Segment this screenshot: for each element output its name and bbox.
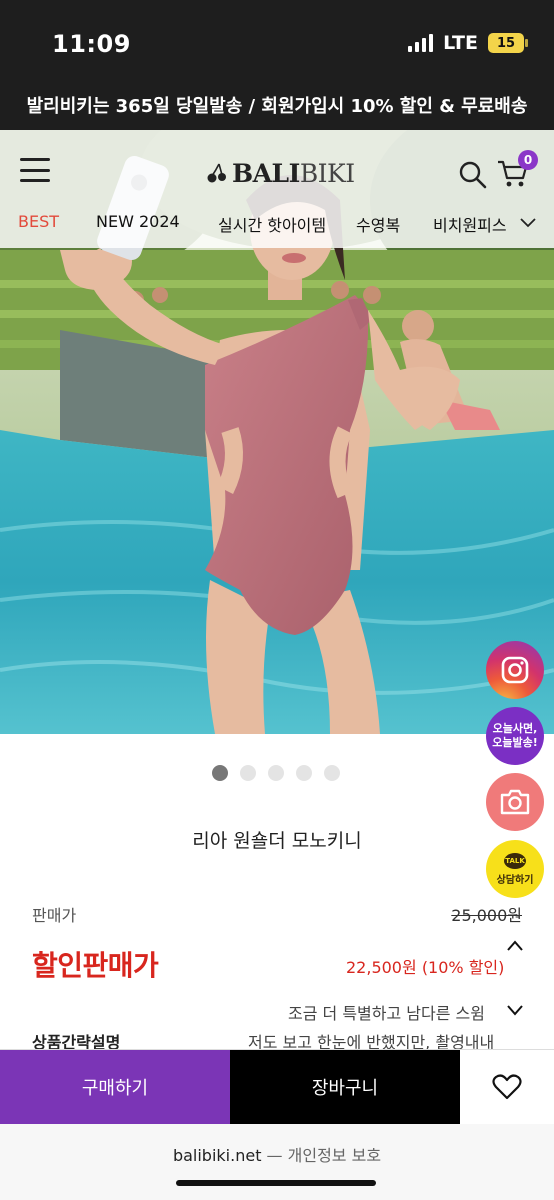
add-to-cart-button[interactable]: 장바구니 <box>230 1050 460 1124</box>
chevron-down-icon[interactable] <box>504 1000 526 1020</box>
menu-icon[interactable] <box>20 158 50 182</box>
nav-item-best[interactable]: BEST <box>18 212 59 231</box>
brand-logo[interactable]: BALI BIKI <box>206 158 355 188</box>
battery-icon: 15 <box>488 33 528 53</box>
url-privacy-label: — 개인정보 보호 <box>261 1146 382 1165</box>
heart-icon <box>492 1074 522 1100</box>
nav-item-swimwear[interactable]: 수영복 <box>356 212 400 236</box>
promo-banner[interactable]: 발리비키는 365일 당일발송 / 회원가입시 10% 할인 & 무료배송 <box>0 80 554 130</box>
instagram-button[interactable] <box>486 641 544 699</box>
signal-icon <box>408 34 434 52</box>
carousel-dot[interactable] <box>296 765 312 781</box>
purchase-action-bar: 구매하기 장바구니 <box>0 1049 554 1124</box>
status-time: 11:09 <box>52 30 131 58</box>
site-header: BALI BIKI BEST NEW 2024 실시간 핫아이템 수영복 비치원… <box>0 130 554 248</box>
original-price: 25,000원 <box>451 906 522 925</box>
browser-address-bar[interactable]: balibiki.net — 개인정보 보호 <box>0 1124 554 1200</box>
buy-now-button[interactable]: 구매하기 <box>0 1050 230 1124</box>
url-domain: balibiki.net <box>172 1146 262 1165</box>
talk-bubble-icon: TALK <box>504 852 526 869</box>
talk-label: 상담하기 <box>496 874 534 886</box>
kakao-talk-button[interactable]: TALK 상담하기 <box>486 840 544 898</box>
category-nav: BEST NEW 2024 실시간 핫아이템 수영복 비치원피스 <box>0 208 554 238</box>
battery-level: 15 <box>496 35 516 51</box>
logo-text-light: BIKI <box>299 158 355 188</box>
discount-rate: (10% 할인) <box>421 958 505 977</box>
carousel-dots <box>212 765 340 781</box>
cart-count-badge: 0 <box>518 150 538 170</box>
search-icon[interactable] <box>458 160 488 190</box>
carousel-dot[interactable] <box>268 765 284 781</box>
home-indicator[interactable] <box>176 1180 376 1186</box>
sale-price: 22,500원 (10% 할인) <box>346 954 504 978</box>
photo-review-button[interactable] <box>486 773 544 831</box>
camera-icon <box>500 789 530 815</box>
cherry-logo-icon <box>207 163 226 183</box>
description-line-1: 조금 더 특별하고 남다른 스윔 <box>288 1004 485 1023</box>
nav-item-beach-dress[interactable]: 비치원피스 <box>433 212 507 236</box>
status-bar: 11:09 LTE 15 <box>0 0 554 80</box>
network-label: LTE <box>443 32 478 54</box>
today-shipping-button[interactable]: 오늘사면, 오늘발송! <box>486 707 544 765</box>
status-indicators: LTE 15 <box>408 32 528 54</box>
logo-text-bold: BALI <box>232 158 300 188</box>
wishlist-button[interactable] <box>460 1050 554 1124</box>
today-shipping-line1: 오늘사면, <box>492 722 538 735</box>
url-text: balibiki.net — 개인정보 보호 <box>0 1142 554 1166</box>
nav-item-new-2024[interactable]: NEW 2024 <box>96 212 180 231</box>
carousel-dot[interactable] <box>240 765 256 781</box>
instagram-icon <box>501 656 529 684</box>
product-title: 리아 원숄더 모노키니 <box>192 830 362 852</box>
carousel-dot[interactable] <box>212 765 228 781</box>
carousel-dot[interactable] <box>324 765 340 781</box>
sale-price-value: 22,500원 <box>346 958 417 977</box>
today-shipping-line2: 오늘발송! <box>492 736 538 749</box>
chevron-up-icon[interactable] <box>504 936 526 956</box>
price-label: 판매가 <box>32 906 77 925</box>
chevron-down-icon[interactable] <box>518 212 538 232</box>
sale-price-label: 할인판매가 <box>32 949 159 982</box>
nav-item-hot[interactable]: 실시간 핫아이템 <box>218 212 326 236</box>
